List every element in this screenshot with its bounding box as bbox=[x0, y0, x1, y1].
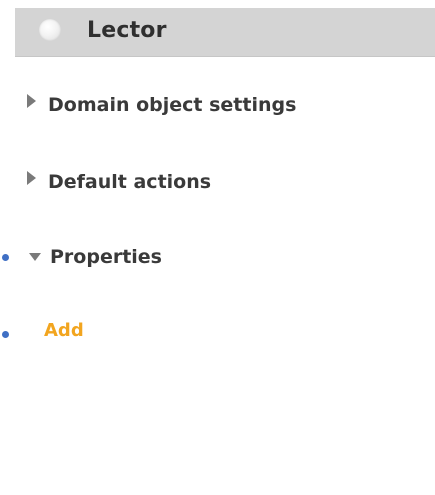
bullet-marker bbox=[2, 254, 9, 261]
section-domain-object-settings[interactable]: Domain object settings bbox=[27, 94, 296, 116]
section-label: Properties bbox=[50, 246, 162, 268]
panel-root: Lector Domain object settings Default ac… bbox=[0, 0, 435, 495]
caret-down-icon bbox=[29, 253, 41, 261]
panel-header: Lector bbox=[15, 8, 435, 57]
panel-title: Lector bbox=[87, 18, 167, 43]
add-link[interactable]: Add bbox=[44, 320, 84, 341]
section-label: Domain object settings bbox=[48, 94, 297, 116]
caret-right-icon bbox=[27, 171, 36, 185]
caret-right-icon bbox=[27, 94, 36, 108]
section-properties[interactable]: Properties bbox=[27, 246, 162, 268]
status-dot-icon bbox=[39, 19, 61, 41]
section-default-actions[interactable]: Default actions bbox=[27, 171, 211, 193]
bullet-marker bbox=[2, 331, 9, 338]
section-label: Default actions bbox=[48, 171, 212, 193]
